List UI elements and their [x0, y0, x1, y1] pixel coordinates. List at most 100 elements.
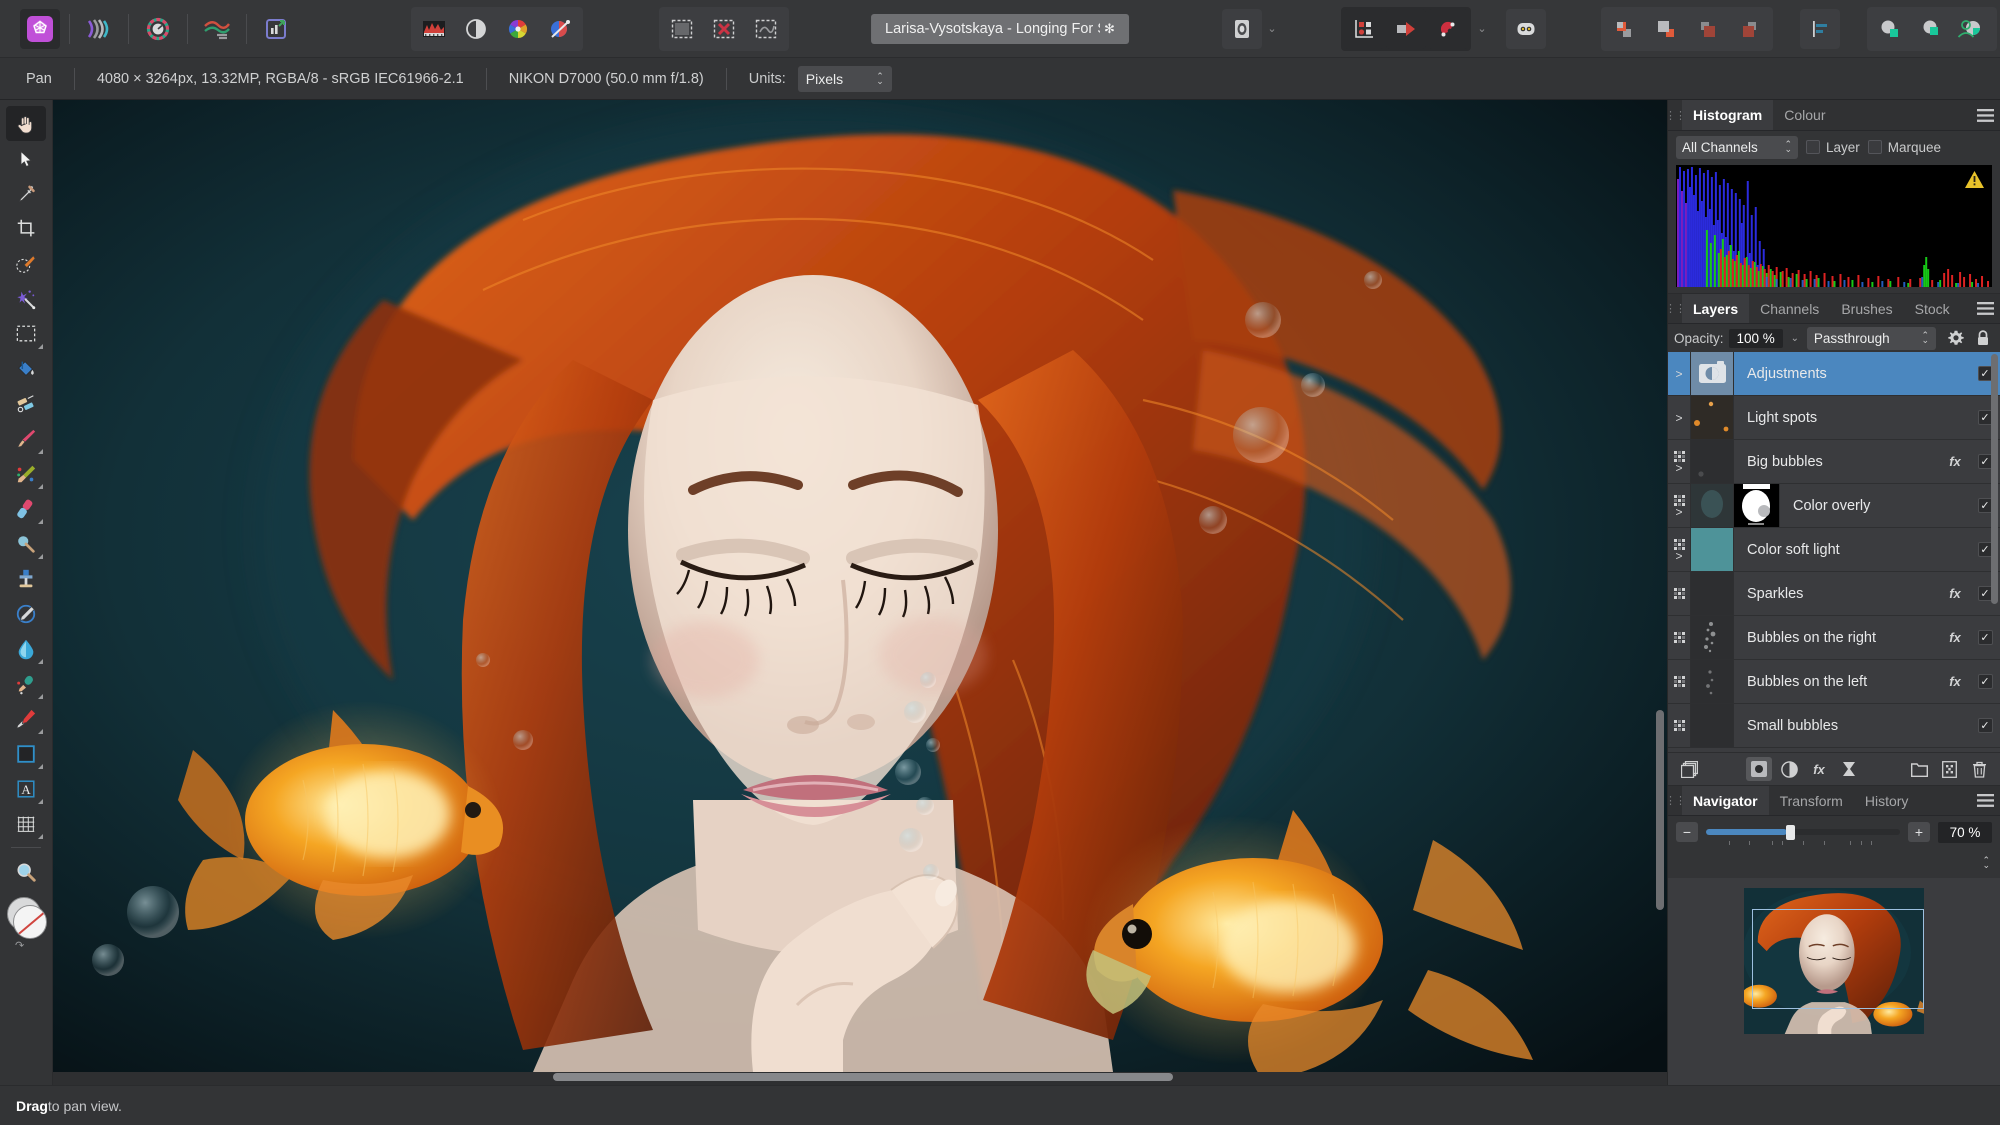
layer-expand-gutter[interactable]: >	[1668, 440, 1691, 483]
minus-icon[interactable]: −	[1676, 822, 1698, 842]
layer-fx-badge[interactable]: fx	[1940, 660, 1970, 703]
layer-row[interactable]: > Color overly ✓	[1668, 484, 2000, 528]
crop-tool[interactable]	[6, 211, 46, 246]
layer-row[interactable]: > Color soft light ✓	[1668, 528, 2000, 572]
paint-brush-tool[interactable]	[6, 421, 46, 456]
histogram-marquee-checkbox[interactable]: Marquee	[1867, 140, 1941, 155]
panel-grip-icon[interactable]: ⋮⋮	[1665, 786, 1686, 815]
layer-row[interactable]: Bubbles on the right fx ✓	[1668, 616, 2000, 660]
layer-fx-badge[interactable]	[1940, 352, 1970, 395]
clone-brush-tool[interactable]	[6, 561, 46, 596]
live-filter-icon[interactable]	[1836, 757, 1862, 781]
colour-wheel-icon[interactable]	[498, 9, 538, 49]
pan-tool[interactable]	[6, 106, 46, 141]
liquify-persona-icon[interactable]	[79, 9, 119, 49]
document-tab[interactable]: Larisa-Vysotskaya - Longing For Silence …	[871, 13, 1129, 44]
snapping-grid-icon[interactable]	[1344, 8, 1384, 49]
align-left-icon[interactable]	[1800, 8, 1840, 49]
tab-colour[interactable]: Colour	[1773, 100, 1837, 130]
snapping-chevron-down-icon[interactable]: ⌄	[1474, 13, 1490, 45]
tone-mapping-persona-icon[interactable]	[197, 9, 237, 49]
move-forward-icon[interactable]	[1688, 9, 1728, 49]
add-geometry-icon[interactable]	[1870, 9, 1910, 49]
mask-layer-icon[interactable]	[1746, 757, 1772, 781]
pen-tool[interactable]	[6, 701, 46, 736]
snapping-object-icon[interactable]	[1386, 8, 1426, 49]
histogram-hamburger-menu-icon[interactable]	[1970, 100, 2000, 130]
navigator-hamburger-menu-icon[interactable]	[1970, 786, 2000, 815]
layer-fx-badge[interactable]: fx	[1940, 440, 1970, 483]
smudge-brush-tool[interactable]	[6, 666, 46, 701]
send-to-back-icon[interactable]	[1646, 9, 1686, 49]
tab-transform[interactable]: Transform	[1768, 786, 1854, 815]
warning-triangle-icon[interactable]	[1965, 171, 1984, 193]
layer-row[interactable]: > Adjustments ✓	[1668, 352, 2000, 396]
duplicate-layer-icon[interactable]	[1676, 757, 1702, 781]
adjustment-layer-icon[interactable]	[1776, 757, 1802, 781]
view-mode-chevron-down-icon[interactable]: ⌄	[1264, 13, 1280, 45]
colour-picker-icon[interactable]	[540, 9, 580, 49]
adjustment-icon[interactable]	[456, 9, 496, 49]
canvas-horizontal-scrollbar[interactable]	[553, 1073, 1173, 1081]
erase-brush-tool[interactable]	[6, 491, 46, 526]
chevron-right-icon[interactable]: >	[1675, 462, 1682, 474]
layer-row[interactable]: > Big bubbles fx ✓	[1668, 440, 2000, 484]
layer-expand-gutter[interactable]: >	[1668, 396, 1691, 439]
delete-layer-icon[interactable]	[1966, 757, 1992, 781]
foreground-colour-swatch[interactable]	[13, 905, 47, 939]
layer-row[interactable]: Small bubbles ✓	[1668, 704, 2000, 748]
layers-scrollbar[interactable]	[1991, 354, 1998, 604]
layer-expand-gutter[interactable]	[1668, 572, 1691, 615]
layer-row[interactable]: Bubbles on the left fx ✓	[1668, 660, 2000, 704]
marquee-tool[interactable]	[6, 316, 46, 351]
tab-layers[interactable]: Layers	[1682, 294, 1750, 323]
navigator-viewport-rect[interactable]	[1752, 909, 1924, 1009]
layer-row[interactable]: > Light spots ✓	[1668, 396, 2000, 440]
healing-brush-tool[interactable]	[6, 596, 46, 631]
paint-mixer-tool[interactable]	[6, 386, 46, 421]
navigator-preview-area[interactable]	[1668, 878, 2000, 1085]
flood-select-tool[interactable]	[6, 281, 46, 316]
layer-row[interactable]: Sparkles fx ✓	[1668, 572, 2000, 616]
artistic-text-tool[interactable]: A	[6, 771, 46, 806]
layer-effects-icon[interactable]: fx	[1806, 757, 1832, 781]
tab-brushes[interactable]: Brushes	[1830, 294, 1904, 323]
bring-to-front-icon[interactable]	[1604, 9, 1644, 49]
layer-fx-badge[interactable]	[1940, 396, 1970, 439]
opacity-chevron-down-icon[interactable]: ⌄	[1788, 333, 1802, 344]
layer-expand-gutter[interactable]: >	[1668, 352, 1691, 395]
tab-histogram[interactable]: Histogram	[1682, 100, 1774, 130]
lock-icon[interactable]	[1972, 330, 1994, 346]
gear-icon[interactable]	[1945, 330, 1967, 346]
panel-grip-icon[interactable]: ⋮⋮	[1665, 100, 1686, 130]
selection-brush-tool[interactable]	[6, 246, 46, 281]
add-group-icon[interactable]	[1906, 757, 1932, 781]
layer-fx-badge[interactable]	[1940, 704, 1970, 747]
flood-fill-tool[interactable]	[6, 351, 46, 386]
tab-channels[interactable]: Channels	[1749, 294, 1831, 323]
layer-fx-badge[interactable]	[1940, 484, 1970, 527]
select-all-icon[interactable]	[662, 9, 702, 49]
chevron-right-icon[interactable]: >	[1675, 550, 1682, 562]
tab-navigator[interactable]: Navigator	[1682, 786, 1769, 815]
layer-expand-gutter[interactable]: >	[1668, 528, 1691, 571]
layer-visibility-toggle[interactable]: ✓	[1970, 616, 2000, 659]
layer-expand-gutter[interactable]: >	[1668, 484, 1691, 527]
canvas-area[interactable]	[53, 100, 1667, 1085]
layer-fx-badge[interactable]: fx	[1940, 616, 1970, 659]
chevron-right-icon[interactable]: >	[1675, 368, 1682, 380]
blend-mode-select[interactable]: Passthrough ⌃ ⌄	[1806, 326, 1936, 350]
export-persona-icon[interactable]	[256, 9, 296, 49]
plus-icon[interactable]: +	[1908, 822, 1930, 842]
layers-list[interactable]: > Adjustments ✓ > Light spots ✓ > Big bu…	[1668, 352, 2000, 752]
zoom-value[interactable]: 70 %	[1938, 821, 1992, 843]
colour-picker-tool[interactable]	[6, 176, 46, 211]
assistant-robot-icon[interactable]	[1506, 8, 1546, 49]
layer-fx-badge[interactable]	[1940, 528, 1970, 571]
colour-swatches[interactable]: ↷	[3, 895, 49, 952]
photo-persona-icon[interactable]	[20, 8, 60, 49]
mesh-warp-tool[interactable]	[6, 806, 46, 841]
deselect-icon[interactable]	[704, 9, 744, 49]
layer-visibility-toggle[interactable]: ✓	[1970, 660, 2000, 703]
tab-stock[interactable]: Stock	[1903, 294, 1961, 323]
